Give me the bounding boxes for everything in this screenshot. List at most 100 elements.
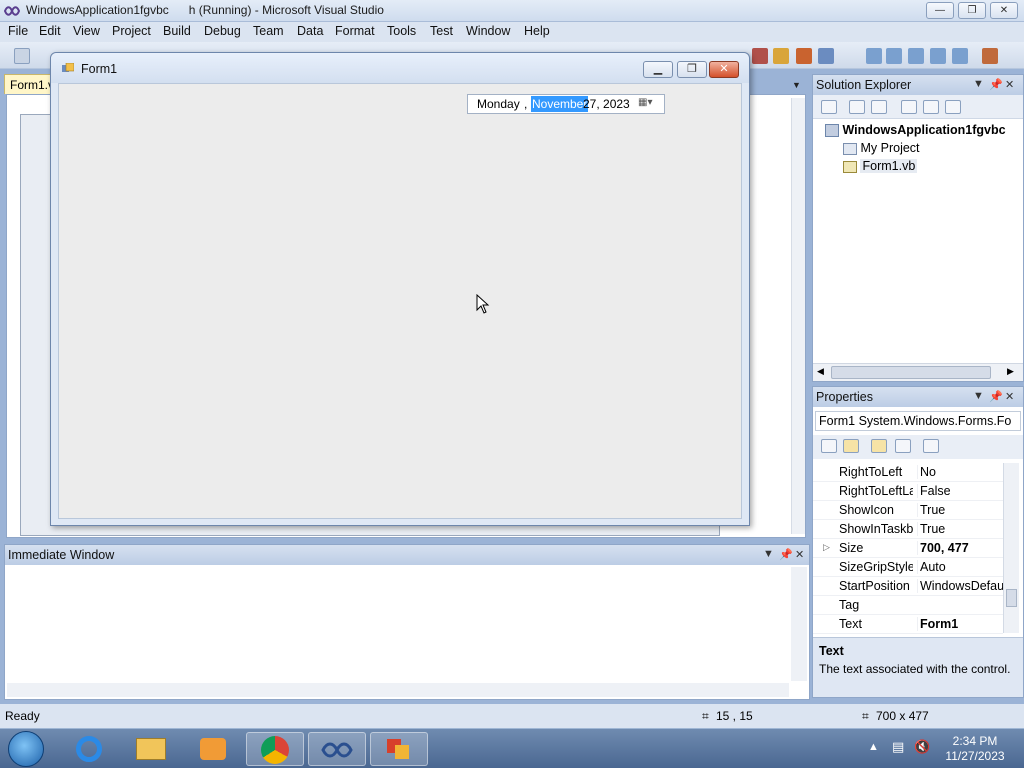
tree-item-solution[interactable]: WindowsApplication1fgvbc [825, 123, 1006, 138]
property-value[interactable]: True [917, 522, 1003, 536]
restore-button[interactable]: ❐ [958, 2, 986, 19]
property-row[interactable]: StartPosition WindowsDefaul [813, 577, 1003, 596]
property-row[interactable]: RightToLeft No [813, 463, 1003, 482]
alphabetical-icon[interactable] [843, 439, 859, 453]
property-row[interactable]: RightToLeftLa False [813, 482, 1003, 501]
property-row[interactable]: ▷ Size 700, 477 [813, 539, 1003, 558]
taskbar-vs-button[interactable] [308, 732, 366, 766]
menu-team[interactable]: Team [251, 24, 286, 38]
form1-minimize-button[interactable]: ▁ [643, 61, 673, 78]
tray-expand-icon[interactable]: ▲ [868, 741, 879, 753]
form1-title-bar[interactable]: Form1 ▁ ❐ ✕ [51, 53, 749, 83]
pin-icon[interactable]: 📌 [989, 390, 1003, 403]
taskbar-form-app-button[interactable] [370, 732, 428, 766]
menu-help[interactable]: Help [522, 24, 552, 38]
menu-file[interactable]: File [6, 24, 30, 38]
date-month-selected[interactable]: November [531, 96, 589, 112]
properties-tool-icon[interactable] [908, 48, 924, 64]
object-browser-icon[interactable] [930, 48, 946, 64]
panel-close-icon[interactable]: ✕ [1005, 390, 1014, 403]
menu-data[interactable]: Data [295, 24, 325, 38]
pin-icon[interactable]: 📌 [779, 548, 793, 561]
scroll-right-icon[interactable]: ▶ [1007, 366, 1014, 377]
property-value[interactable]: True [917, 503, 1003, 517]
view-code-icon[interactable] [901, 100, 917, 114]
copy-icon[interactable] [773, 48, 789, 64]
property-name: SizeGripStyle [839, 560, 913, 574]
taskbar-chrome-button[interactable] [246, 732, 304, 766]
property-value[interactable]: No [917, 465, 1003, 479]
properties-view-icon[interactable] [871, 439, 887, 453]
panel-dropdown-icon[interactable]: ▼ [973, 78, 984, 90]
menu-build[interactable]: Build [161, 24, 193, 38]
paste-icon[interactable] [796, 48, 812, 64]
view-designer-icon[interactable] [923, 100, 939, 114]
taskbar-explorer-button[interactable] [122, 732, 180, 766]
immediate-horizontal-scrollbar[interactable] [7, 683, 789, 697]
categorized-icon[interactable] [821, 439, 837, 453]
date-time-picker[interactable]: Monday , November 27, 2023 ▦▾ [467, 94, 665, 114]
calendar-dropdown-icon[interactable]: ▦▾ [638, 97, 662, 111]
panel-close-icon[interactable]: ✕ [1005, 78, 1014, 91]
properties-button-icon[interactable] [821, 100, 837, 114]
menu-debug[interactable]: Debug [202, 24, 243, 38]
property-value[interactable]: False [917, 484, 1003, 498]
panel-dropdown-icon[interactable]: ▼ [973, 390, 984, 402]
immediate-vertical-scrollbar[interactable] [791, 567, 807, 681]
class-diagram-icon[interactable] [945, 100, 961, 114]
menu-tools[interactable]: Tools [385, 24, 418, 38]
taskbar-ie-button[interactable] [60, 732, 118, 766]
property-value[interactable]: 700, 477 [917, 541, 1003, 555]
properties-object-selector[interactable]: Form1 System.Windows.Forms.Fo [815, 411, 1021, 431]
designer-vertical-scrollbar[interactable] [791, 98, 805, 534]
property-row[interactable]: SizeGripStyle Auto [813, 558, 1003, 577]
property-value[interactable]: Form1 [917, 617, 1003, 631]
tree-item-my-project[interactable]: My Project [843, 141, 920, 155]
menu-window[interactable]: Window [464, 24, 512, 38]
volume-muted-icon[interactable]: 🔇 [914, 739, 930, 755]
toolbox-icon[interactable] [952, 48, 968, 64]
menu-project[interactable]: Project [110, 24, 153, 38]
pin-icon[interactable]: 📌 [989, 78, 1003, 91]
navigate-forward-icon[interactable] [866, 48, 882, 64]
property-row[interactable]: Tag [813, 596, 1003, 615]
close-button[interactable]: ✕ [990, 2, 1018, 19]
menu-test[interactable]: Test [428, 24, 455, 38]
form1-restore-button[interactable]: ❐ [677, 61, 707, 78]
immediate-input-area[interactable] [7, 567, 791, 691]
tree-item-form1[interactable]: Form1.vb [843, 159, 918, 173]
start-orb-icon[interactable] [8, 731, 44, 767]
cut-icon[interactable] [752, 48, 768, 64]
refresh-icon[interactable] [871, 100, 887, 114]
scroll-thumb[interactable] [831, 366, 991, 379]
property-pages-icon[interactable] [923, 439, 939, 453]
property-value[interactable]: Auto [917, 560, 1003, 574]
network-icon[interactable]: ▤ [892, 739, 904, 755]
scroll-thumb[interactable] [1006, 589, 1017, 607]
menu-view[interactable]: View [71, 24, 102, 38]
solution-explorer-tool-icon[interactable] [886, 48, 902, 64]
scroll-left-icon[interactable]: ◀ [817, 366, 824, 377]
panel-dropdown-icon[interactable]: ▼ [763, 548, 774, 560]
properties-vertical-scrollbar[interactable] [1003, 463, 1019, 633]
show-all-files-icon[interactable] [849, 100, 865, 114]
layout-icon[interactable] [818, 48, 834, 64]
property-row[interactable]: ShowInTaskba True [813, 520, 1003, 539]
taskbar-media-button[interactable] [184, 732, 242, 766]
minimize-button[interactable]: — [926, 2, 954, 19]
document-dropdown-icon[interactable]: ▼ [792, 80, 801, 90]
extensions-icon[interactable] [982, 48, 998, 64]
property-row[interactable]: ShowIcon True [813, 501, 1003, 520]
expand-icon[interactable]: ▷ [823, 542, 830, 553]
property-value[interactable]: WindowsDefaul [917, 579, 1003, 593]
solution-horizontal-scrollbar[interactable]: ◀ ▶ [813, 363, 1023, 381]
events-lightning-icon[interactable] [895, 439, 911, 453]
menu-format[interactable]: Format [333, 24, 377, 38]
system-clock[interactable]: 2:34 PM 11/27/2023 [940, 734, 1010, 764]
menu-edit[interactable]: Edit [37, 24, 63, 38]
panel-close-icon[interactable]: ✕ [795, 548, 804, 561]
form1-close-button[interactable]: ✕ [709, 61, 739, 78]
property-row[interactable]: Text Form1 [813, 615, 1003, 634]
new-project-icon[interactable] [14, 48, 30, 64]
solution-explorer-panel: Solution Explorer ▼ 📌 ✕ WindowsApplicati… [812, 74, 1024, 382]
